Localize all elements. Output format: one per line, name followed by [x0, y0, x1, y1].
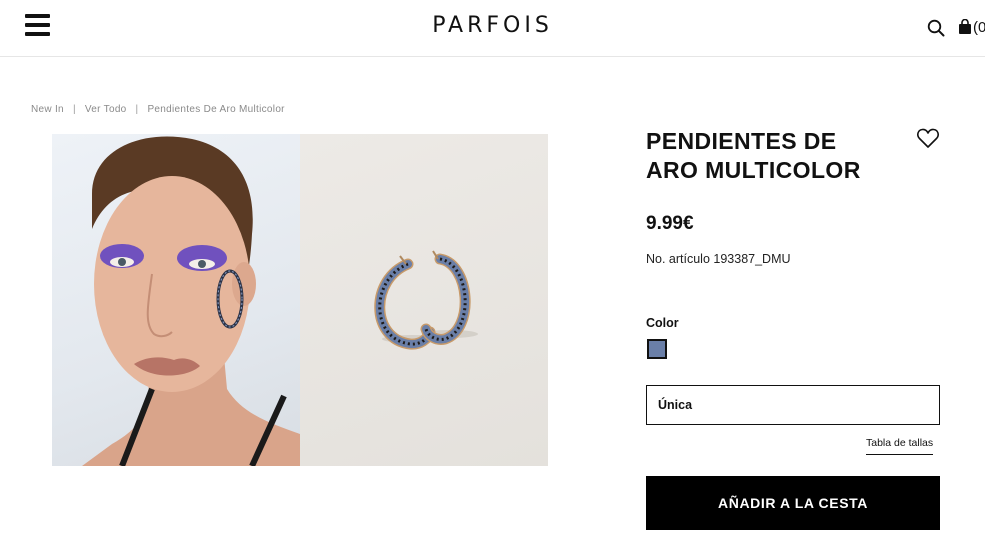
product-price: 9.99€	[646, 213, 694, 234]
breadcrumb-item-new-in[interactable]: New In	[31, 104, 64, 115]
product-title: PENDIENTES DE ARO MULTICOLOR	[646, 127, 906, 185]
cart-button[interactable]: (0	[958, 17, 985, 37]
breadcrumb-item-current: Pendientes De Aro Multicolor	[147, 104, 285, 115]
heart-icon[interactable]	[916, 127, 940, 149]
color-label: Color	[646, 316, 679, 330]
product-photo[interactable]	[300, 134, 548, 466]
breadcrumb-separator: |	[135, 104, 139, 115]
model-photo[interactable]	[52, 134, 300, 466]
color-swatch-blue[interactable]	[647, 339, 667, 359]
site-header: PARFOIS (0	[0, 0, 985, 57]
product-title-line-1: PENDIENTES DE	[646, 128, 837, 154]
search-icon[interactable]	[927, 19, 945, 37]
product-title-line-2: ARO MULTICOLOR	[646, 157, 861, 183]
product-gallery	[52, 134, 548, 466]
breadcrumb: New In | Ver Todo | Pendientes De Aro Mu…	[31, 104, 285, 115]
product-sku: No. artículo 193387_DMU	[646, 252, 791, 266]
shopping-bag-icon	[959, 19, 971, 34]
size-value: Única	[658, 398, 693, 412]
breadcrumb-item-ver-todo[interactable]: Ver Todo	[85, 104, 127, 115]
size-guide-link[interactable]: Tabla de tallas	[866, 437, 934, 455]
brand-logo[interactable]: PARFOIS	[0, 13, 985, 38]
cart-count: (0	[973, 18, 985, 36]
size-selector[interactable]: Única	[646, 385, 940, 425]
add-to-cart-button[interactable]: AÑADIR A LA CESTA	[646, 476, 940, 530]
breadcrumb-separator: |	[72, 104, 76, 115]
